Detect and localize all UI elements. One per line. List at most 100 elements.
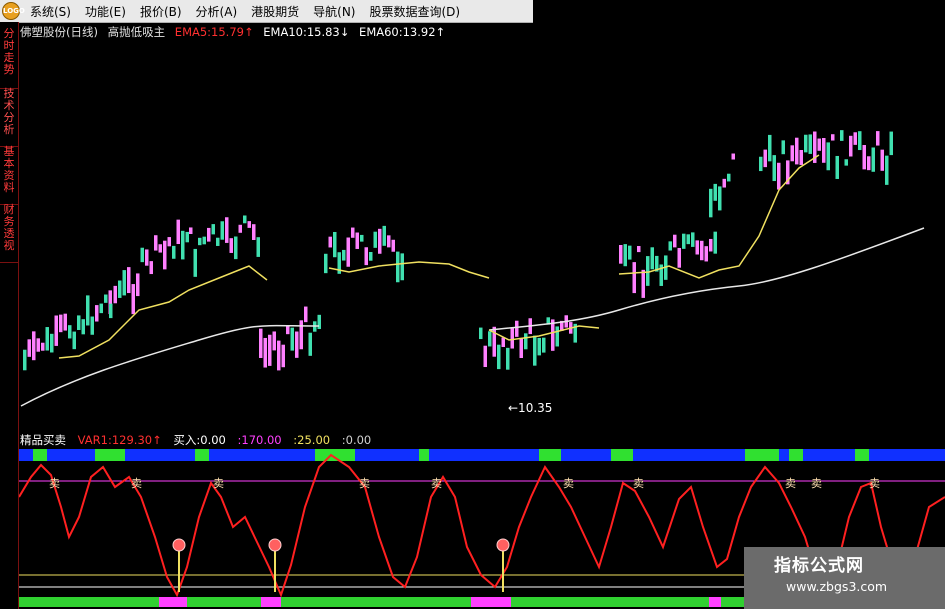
candle: [646, 256, 650, 286]
candle: [858, 131, 862, 151]
candle: [677, 247, 681, 268]
sell-marker: 卖: [633, 477, 644, 490]
candle: [193, 248, 197, 277]
candle: [867, 156, 871, 171]
candle: [167, 237, 171, 247]
candle: [59, 314, 63, 333]
candle: [668, 241, 672, 251]
candle: [317, 314, 321, 330]
candle: [795, 137, 799, 165]
candle: [198, 237, 202, 246]
candle: [355, 232, 359, 249]
buy-marker-ball: [172, 538, 186, 552]
bottom-strip-magenta: [471, 597, 511, 607]
candle: [885, 155, 889, 185]
candles-group: [23, 130, 893, 371]
menu-function[interactable]: 功能(E): [78, 3, 133, 20]
candle: [256, 237, 260, 257]
candle: [63, 313, 67, 331]
candle: [54, 315, 58, 346]
candle: [295, 331, 299, 358]
candle: [238, 224, 242, 233]
menu-navigation[interactable]: 导航(N): [306, 3, 362, 20]
candle: [808, 134, 812, 154]
signal-strip-top: [19, 449, 945, 461]
candle: [290, 327, 294, 351]
sell-marker: 卖: [563, 477, 574, 490]
candle: [673, 234, 677, 248]
candle: [555, 326, 559, 347]
ema60-line: [20, 227, 925, 407]
indicator-info-line: 精品买卖 VAR1:129.30↑ 买入:0.00 :170.00 :25.00…: [20, 432, 379, 448]
candle: [759, 156, 763, 172]
candle: [277, 340, 281, 371]
candle: [537, 337, 541, 356]
buy-readout: 买入:0.00: [173, 433, 226, 447]
candle: [32, 331, 36, 361]
candle: [822, 138, 826, 163]
tab-intraday[interactable]: 分时走势: [0, 28, 18, 89]
candle: [122, 270, 126, 296]
candle: [650, 247, 654, 270]
candle: [286, 326, 290, 335]
candle: [889, 131, 893, 156]
candle: [483, 345, 487, 368]
candle: [207, 227, 211, 242]
strip-green-segment: [539, 449, 561, 461]
candle: [176, 219, 180, 245]
candle: [268, 334, 272, 366]
candle: [145, 249, 149, 266]
candle: [360, 234, 364, 242]
candle: [700, 240, 704, 261]
candle: [777, 162, 781, 190]
candle: [632, 262, 636, 294]
watermark-title: 指标公式网: [774, 556, 864, 576]
candle: [118, 280, 122, 298]
level-170-readout: :170.00: [237, 433, 282, 447]
menu-system[interactable]: 系统(S): [23, 3, 78, 20]
candle: [799, 150, 803, 165]
candle: [731, 153, 735, 160]
candle: [364, 247, 368, 266]
strip-green-segment: [745, 449, 779, 461]
watermark-url: www.zbgs3.com: [786, 579, 888, 594]
menu-quote[interactable]: 报价(B): [133, 3, 189, 20]
candle: [400, 253, 404, 281]
candle: [272, 331, 276, 351]
candle: [637, 246, 641, 253]
candle: [68, 325, 72, 339]
sell-marker: 卖: [359, 477, 370, 490]
candle: [501, 337, 505, 347]
tab-technical-analysis[interactable]: 技术分析: [0, 88, 18, 147]
tab-basic-info[interactable]: 基本资料: [0, 146, 18, 205]
candle: [36, 338, 40, 352]
candle: [216, 237, 220, 246]
candle: [342, 249, 346, 261]
candle: [524, 333, 528, 350]
strip-green-segment: [195, 449, 209, 461]
app-logo-icon: LOGO: [2, 2, 25, 20]
candle: [519, 338, 523, 359]
candle: [259, 328, 263, 358]
candle: [804, 134, 808, 153]
candle: [373, 231, 377, 248]
stock-title: 佛塑股份(日线): [20, 25, 98, 39]
candle: [90, 316, 94, 335]
sell-marker: 卖: [431, 477, 442, 490]
tab-financials[interactable]: 财务透视: [0, 204, 18, 263]
sell-marker: 卖: [869, 477, 880, 490]
menu-stock-data-query[interactable]: 股票数据查询(D): [362, 3, 467, 20]
ema10-readout: EMA10:15.83↓: [263, 25, 350, 39]
candle: [95, 305, 99, 322]
candle: [229, 238, 233, 253]
candle: [113, 285, 117, 304]
menu-hk-futures[interactable]: 港股期货: [244, 3, 306, 20]
strip-green-segment: [611, 449, 633, 461]
candle: [172, 245, 176, 259]
strip-green-segment: [855, 449, 869, 461]
candle: [136, 273, 140, 297]
candle: [86, 295, 90, 326]
strip-green-segment: [315, 449, 355, 461]
ema5-readout: EMA5:15.79↑: [174, 25, 254, 39]
menu-analysis[interactable]: 分析(A): [189, 3, 245, 20]
